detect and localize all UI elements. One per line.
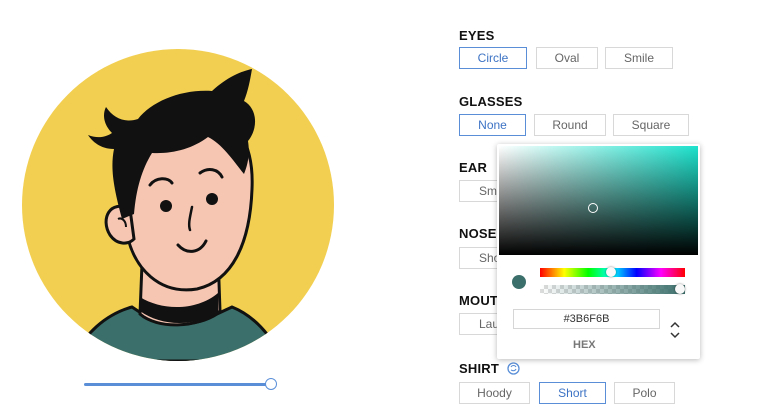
avatar-eye-right bbox=[206, 193, 218, 205]
hex-input[interactable] bbox=[513, 309, 660, 329]
shirt-section-label: SHIRT bbox=[459, 361, 499, 376]
saturation-value-area[interactable] bbox=[499, 146, 698, 255]
current-color-swatch bbox=[512, 275, 526, 289]
size-slider-thumb[interactable] bbox=[265, 378, 277, 390]
color-picker-popover: HEX bbox=[497, 144, 700, 359]
size-slider-track[interactable] bbox=[84, 383, 270, 386]
chevron-up-down-icon bbox=[670, 321, 680, 339]
glasses-option-square[interactable]: Square bbox=[613, 114, 689, 136]
size-slider[interactable] bbox=[84, 378, 278, 390]
hue-slider-thumb[interactable] bbox=[606, 267, 617, 277]
eyes-section-title: EYES bbox=[459, 28, 495, 43]
nose-section-title: NOSE bbox=[459, 226, 497, 241]
eyes-option-oval[interactable]: Oval bbox=[536, 47, 598, 69]
shirt-option-polo[interactable]: Polo bbox=[614, 382, 675, 404]
eyes-option-smile[interactable]: Smile bbox=[605, 47, 673, 69]
shirt-option-short[interactable]: Short bbox=[539, 382, 606, 404]
color-mode-toggle[interactable] bbox=[669, 320, 681, 340]
saturation-cursor[interactable] bbox=[588, 203, 598, 213]
shirt-section-title: SHIRT bbox=[459, 361, 520, 378]
hue-slider[interactable] bbox=[540, 267, 685, 277]
color-mode-label: HEX bbox=[573, 339, 596, 351]
alpha-slider[interactable] bbox=[540, 284, 685, 294]
avatar-preview bbox=[22, 49, 334, 361]
alpha-slider-thumb[interactable] bbox=[675, 284, 685, 294]
color-palette-icon[interactable] bbox=[507, 361, 520, 378]
glasses-option-none[interactable]: None bbox=[459, 114, 526, 136]
glasses-option-round[interactable]: Round bbox=[534, 114, 606, 136]
avatar-illustration bbox=[22, 49, 334, 361]
eyes-option-circle[interactable]: Circle bbox=[459, 47, 527, 69]
glasses-section-title: GLASSES bbox=[459, 94, 523, 109]
avatar-eye-left bbox=[160, 200, 172, 212]
shirt-option-hoody[interactable]: Hoody bbox=[459, 382, 530, 404]
ear-section-title: EAR bbox=[459, 160, 488, 175]
